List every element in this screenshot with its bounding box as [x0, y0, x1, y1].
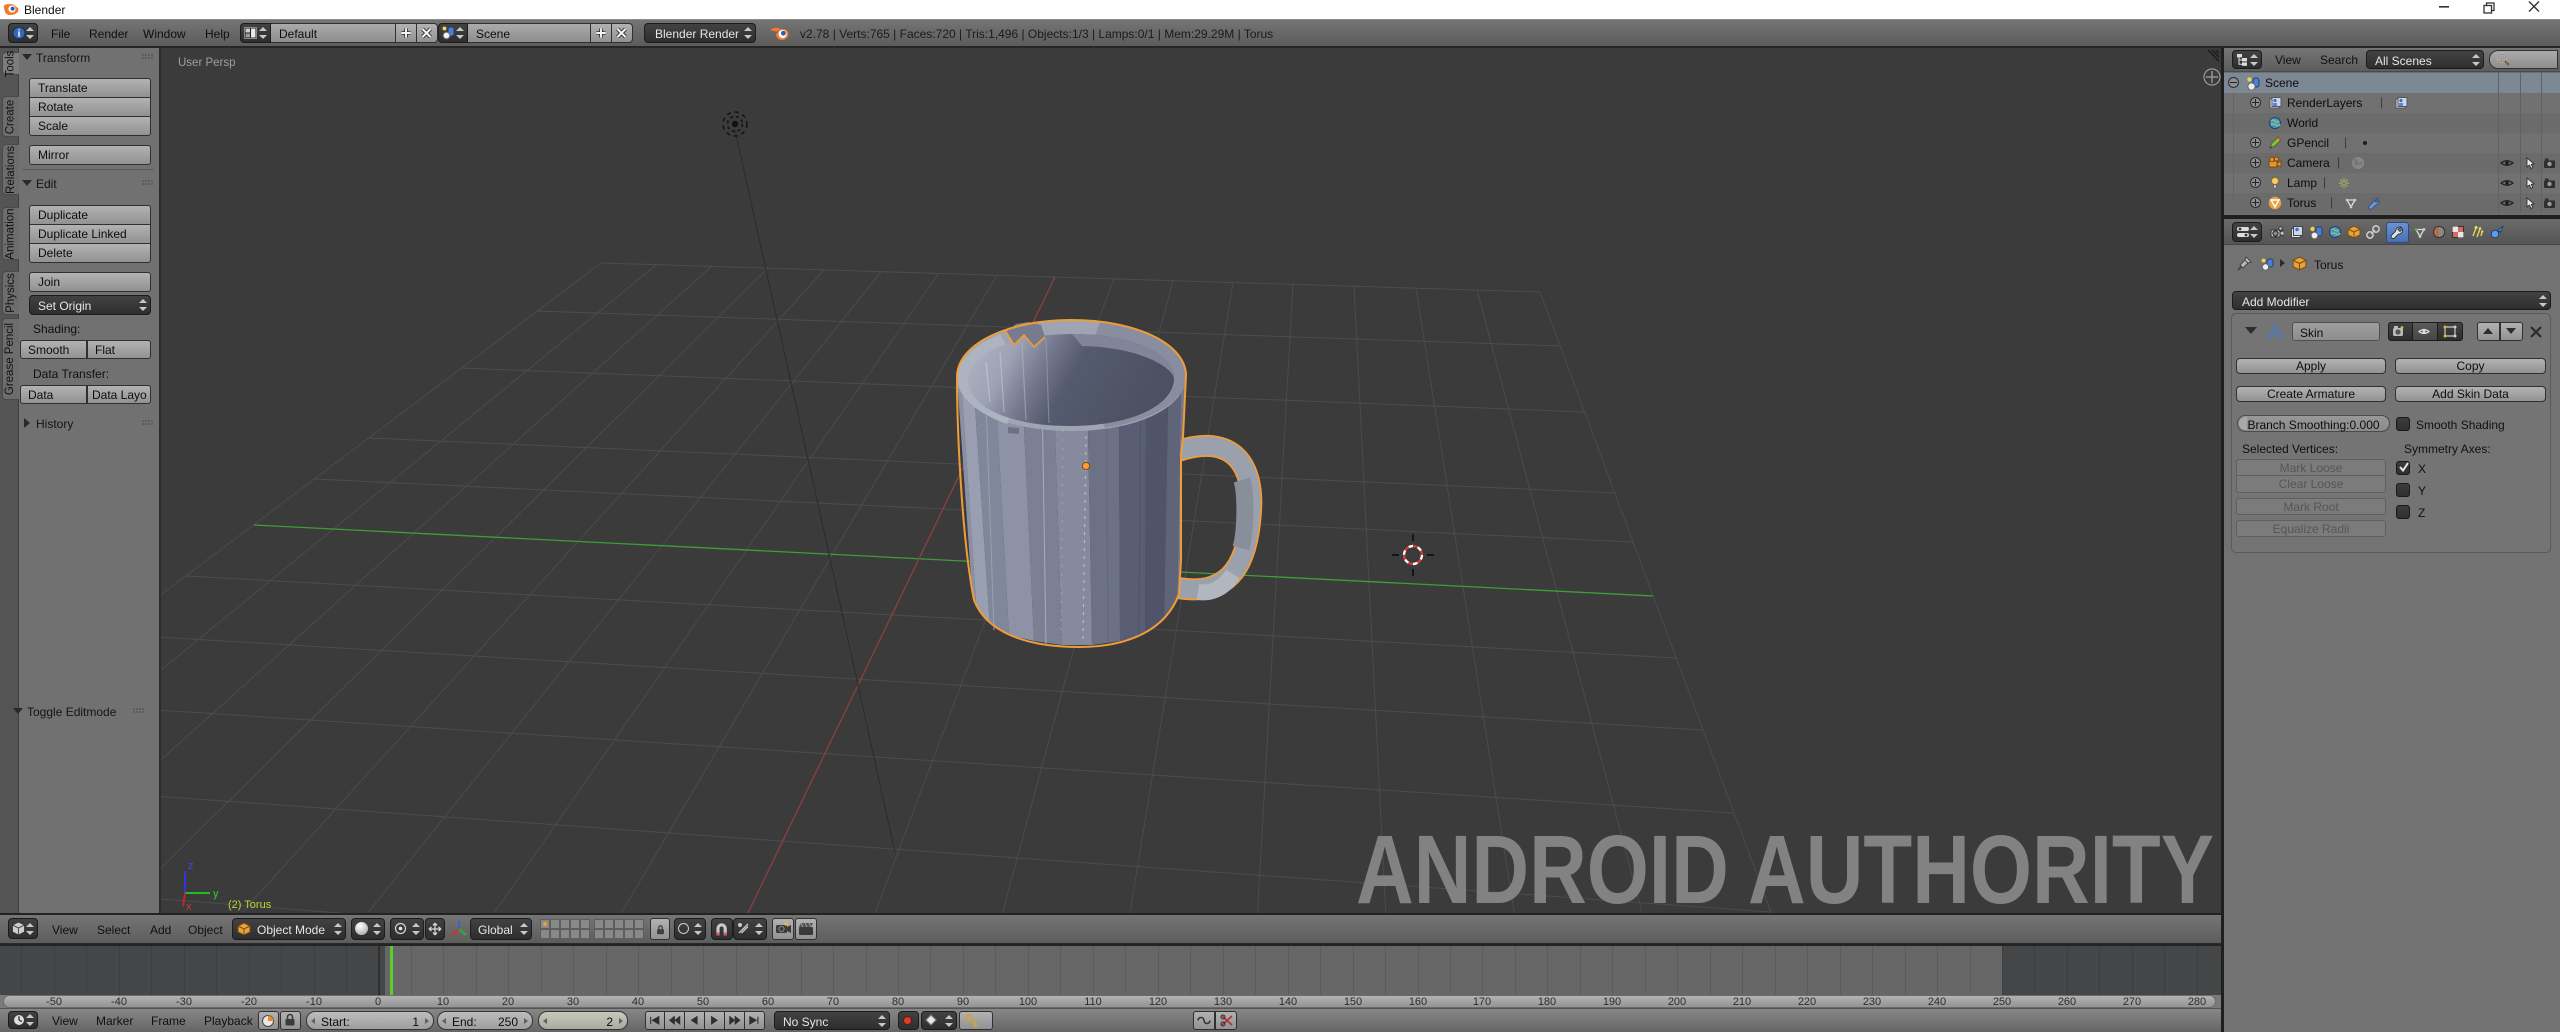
svg-text:ANDROID AUTHORITY: ANDROID AUTHORITY [1356, 815, 2214, 915]
svg-text:i: i [18, 29, 21, 40]
svg-text:User Persp: User Persp [178, 57, 236, 69]
svg-text:z: z [188, 860, 194, 872]
svg-text:x: x [186, 901, 192, 913]
svg-text:(2) Torus: (2) Torus [228, 899, 272, 911]
svg-text:y: y [213, 888, 219, 900]
